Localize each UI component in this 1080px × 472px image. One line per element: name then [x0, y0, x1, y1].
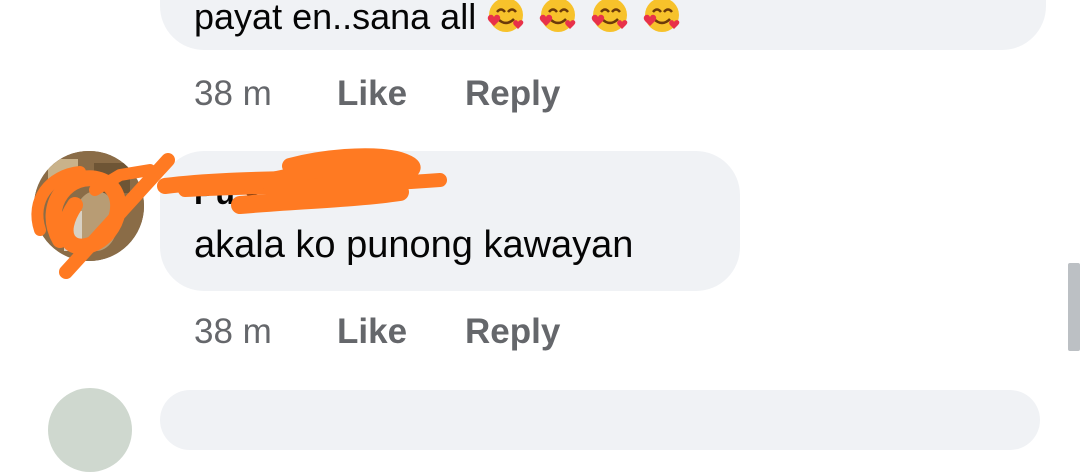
comment-author[interactable]: Pu s [194, 175, 262, 211]
comment-timestamp[interactable]: 38 m [194, 74, 337, 114]
comment-timestamp[interactable]: 38 m [194, 312, 337, 352]
like-button[interactable]: Like [337, 312, 465, 352]
smiling-face-with-hearts-icon [539, 0, 576, 32]
comment-text: akala ko punong kawayan [194, 224, 634, 266]
comment-actions: 38 m Like Reply [194, 310, 560, 354]
scrollbar-thumb[interactable] [1068, 263, 1080, 351]
avatar[interactable] [48, 388, 132, 472]
smiling-face-with-hearts-icon [487, 0, 524, 32]
avatar[interactable] [34, 151, 144, 261]
like-button[interactable]: Like [337, 74, 465, 114]
reply-button[interactable]: Reply [465, 312, 560, 352]
comment-actions: 38 m Like Reply [194, 72, 560, 116]
smiling-face-with-hearts-icon [591, 0, 628, 32]
comment-text: payat en..sana all [194, 0, 684, 37]
comment-bubble: Pu s akala ko punong kawayan [160, 151, 740, 291]
comment-bubble: payat en..sana all [160, 0, 1046, 50]
reply-button[interactable]: Reply [465, 74, 560, 114]
smiling-face-with-hearts-icon [643, 0, 680, 32]
comment-bubble [160, 390, 1040, 450]
avatar-photo [34, 151, 144, 261]
